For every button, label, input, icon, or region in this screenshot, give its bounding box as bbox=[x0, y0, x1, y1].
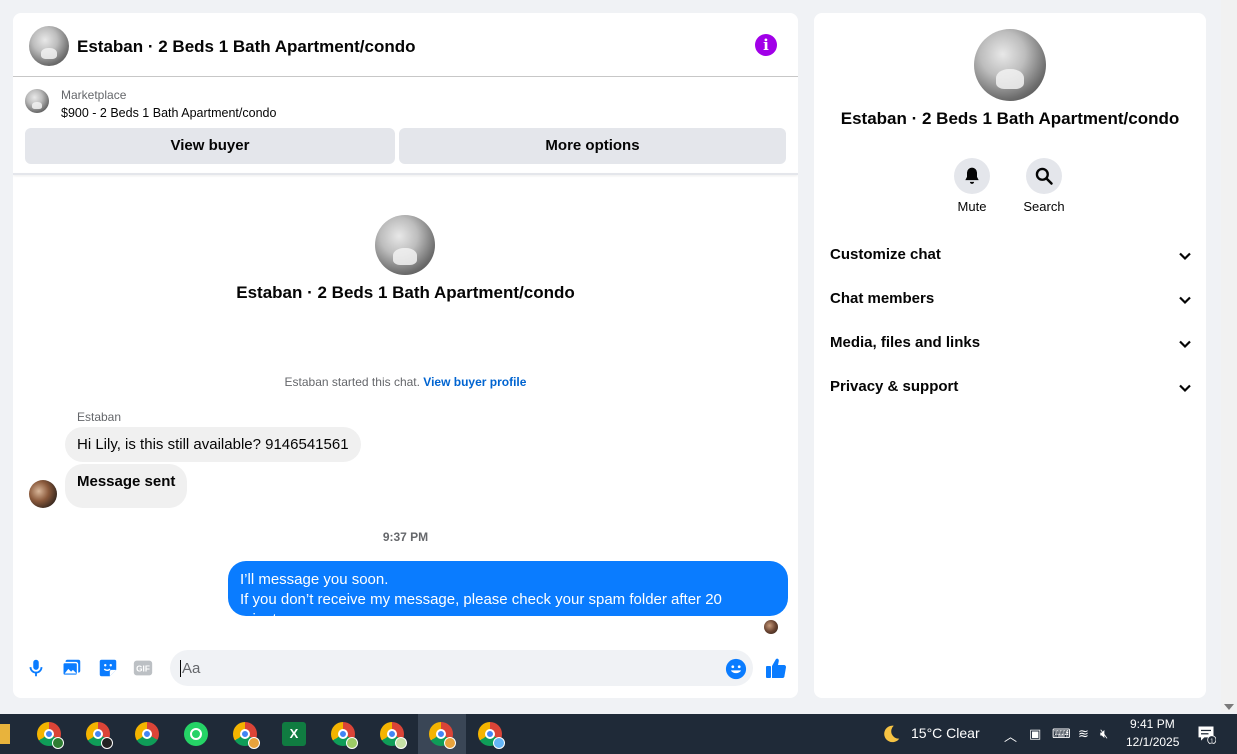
profile-badge bbox=[52, 737, 64, 749]
view-buyer-profile-link[interactable]: View buyer profile bbox=[423, 375, 526, 389]
chrome-profile-icon[interactable] bbox=[233, 722, 260, 749]
chrome-profile-icon[interactable] bbox=[478, 722, 505, 749]
moon-icon[interactable] bbox=[880, 723, 902, 745]
section-label: Chat members bbox=[830, 290, 935, 307]
listing-title[interactable]: $900 - 2 Beds 1 Bath Apartment/condo bbox=[61, 106, 276, 120]
mute-button[interactable] bbox=[954, 158, 990, 194]
chrome-profile-icon[interactable] bbox=[380, 722, 407, 749]
search-button[interactable] bbox=[1026, 158, 1062, 194]
media-files-links-section[interactable]: Media, files and links bbox=[830, 331, 1194, 371]
message-timestamp: 9:37 PM bbox=[382, 530, 429, 544]
excel-icon[interactable]: X bbox=[282, 722, 306, 746]
wifi-icon[interactable]: ≋ bbox=[1078, 726, 1089, 742]
chat-header: Estaban · 2 Beds 1 Bath Apartment/condo … bbox=[13, 13, 798, 77]
seen-indicator-avatar bbox=[764, 620, 778, 634]
message-input[interactable] bbox=[170, 650, 753, 686]
profile-badge bbox=[101, 737, 113, 749]
chrome-profile-icon[interactable] bbox=[86, 722, 113, 749]
text-caret bbox=[180, 660, 181, 677]
sender-name: Estaban bbox=[77, 410, 122, 424]
view-buyer-button[interactable]: View buyer bbox=[25, 128, 395, 164]
speaker-muted-icon[interactable]: 🔇︎ bbox=[1100, 726, 1108, 742]
marketplace-label: Marketplace bbox=[61, 88, 127, 102]
info-icon[interactable]: i bbox=[755, 34, 777, 56]
chat-avatar[interactable] bbox=[29, 26, 69, 66]
search-icon bbox=[1035, 167, 1053, 185]
chat-started-text: Estaban started this chat. bbox=[284, 375, 424, 389]
section-label: Media, files and links bbox=[830, 334, 981, 351]
outgoing-message-line: If you don’t receive my message, please … bbox=[240, 591, 722, 628]
chevron-down-icon bbox=[1179, 384, 1191, 393]
chat-members-section[interactable]: Chat members bbox=[830, 287, 1194, 327]
intro-title: Estaban · 2 Beds 1 Bath Apartment/condo bbox=[236, 283, 575, 302]
conversation-info-panel: Estaban · 2 Beds 1 Bath Apartment/condo … bbox=[814, 13, 1206, 698]
chat-title[interactable]: Estaban · 2 Beds 1 Bath Apartment/condo bbox=[77, 37, 415, 57]
weather-text[interactable]: 15°C Clear bbox=[911, 725, 980, 741]
chrome-profile-icon[interactable] bbox=[37, 722, 64, 749]
chevron-down-icon bbox=[1179, 252, 1191, 261]
bell-icon bbox=[965, 167, 979, 184]
svg-text:GIF: GIF bbox=[136, 665, 150, 674]
chevron-up-icon[interactable]: ︿ bbox=[1004, 726, 1017, 745]
chat-panel: Estaban · 2 Beds 1 Bath Apartment/condo … bbox=[13, 13, 798, 698]
input-method-icon[interactable]: ⌨ bbox=[1052, 726, 1071, 742]
profile-badge bbox=[248, 737, 260, 749]
intro-avatar bbox=[375, 215, 435, 275]
gif-icon[interactable]: GIF bbox=[132, 657, 154, 679]
notification-center-icon[interactable]: 1 bbox=[1196, 724, 1216, 744]
outgoing-message-line: I’ll message you soon. bbox=[240, 571, 389, 588]
windows-taskbar: X 15°C Clear ︿ ▣ ⌨ ≋ 🔇︎ 9:41 PM 12/1/202… bbox=[0, 714, 1237, 754]
chat-started-notice: Estaban started this chat. View buyer pr… bbox=[13, 375, 798, 389]
chrome-profile-icon-active[interactable] bbox=[429, 722, 456, 749]
clock-time[interactable]: 9:41 PM bbox=[1130, 717, 1175, 731]
sender-avatar[interactable] bbox=[29, 480, 57, 508]
customize-chat-section[interactable]: Customize chat bbox=[830, 243, 1194, 283]
profile-badge bbox=[346, 737, 358, 749]
file-explorer-icon[interactable] bbox=[0, 724, 10, 744]
search-label: Search bbox=[1023, 199, 1065, 214]
chrome-icon[interactable] bbox=[135, 722, 159, 746]
profile-badge bbox=[493, 737, 505, 749]
chevron-down-icon bbox=[1179, 340, 1191, 349]
sticker-icon[interactable] bbox=[97, 657, 119, 679]
profile-badge bbox=[444, 737, 456, 749]
info-title: Estaban · 2 Beds 1 Bath Apartment/condo bbox=[840, 109, 1180, 128]
outgoing-message[interactable]: I’ll message you soon. If you don’t rece… bbox=[228, 561, 788, 628]
more-options-button[interactable]: More options bbox=[399, 128, 786, 164]
mute-label: Mute bbox=[957, 199, 987, 214]
meet-now-icon[interactable]: ▣ bbox=[1029, 726, 1041, 742]
profile-badge bbox=[395, 737, 407, 749]
divider bbox=[13, 173, 798, 175]
whatsapp-icon[interactable] bbox=[184, 722, 208, 746]
photo-icon[interactable] bbox=[61, 657, 83, 679]
emoji-icon[interactable] bbox=[725, 658, 747, 680]
page-scrollbar[interactable] bbox=[1221, 0, 1237, 712]
scroll-down-arrow-icon[interactable] bbox=[1224, 704, 1234, 710]
chrome-profile-icon[interactable] bbox=[331, 722, 358, 749]
notification-count: 1 bbox=[1210, 738, 1213, 744]
incoming-message[interactable]: Hi Lily, is this still available? 914654… bbox=[65, 427, 361, 462]
listing-thumbnail[interactable] bbox=[25, 89, 49, 113]
privacy-support-section[interactable]: Privacy & support bbox=[830, 375, 1194, 415]
section-label: Privacy & support bbox=[830, 378, 959, 395]
info-avatar[interactable] bbox=[974, 29, 1046, 101]
microphone-icon[interactable] bbox=[25, 657, 47, 679]
section-label: Customize chat bbox=[830, 246, 941, 263]
thumbs-up-icon[interactable] bbox=[764, 656, 788, 680]
incoming-message[interactable]: Message sent bbox=[65, 464, 188, 508]
clock-date[interactable]: 12/1/2025 bbox=[1126, 735, 1179, 749]
chevron-down-icon bbox=[1179, 296, 1191, 305]
